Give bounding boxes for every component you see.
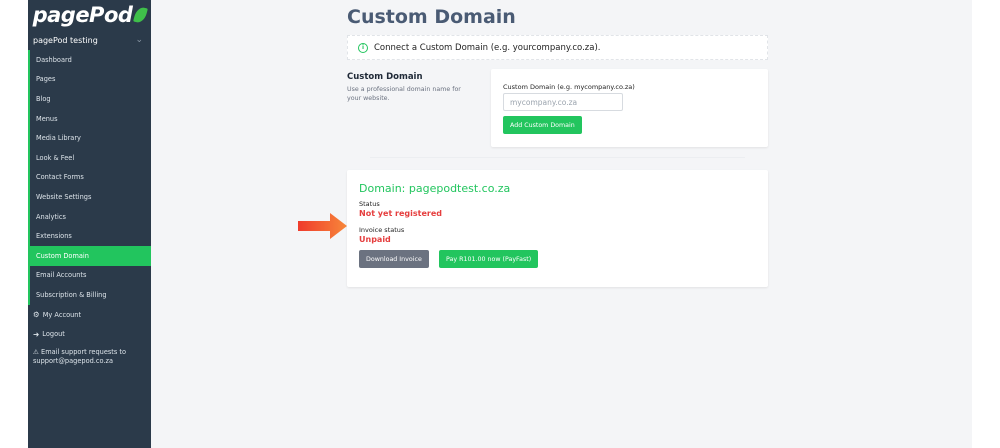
sidebar-item-label: Email Accounts — [36, 271, 87, 280]
page-title: Custom Domain — [347, 6, 516, 28]
sidebar-item-blog[interactable]: Blog — [28, 89, 151, 109]
sidebar-item-pages[interactable]: Pages — [28, 69, 151, 90]
sidebar-item-label: Analytics — [36, 212, 66, 221]
logo-text: pagePod — [32, 3, 133, 27]
sidebar-item-contact-forms[interactable]: Contact Forms — [28, 167, 151, 188]
add-custom-domain-button[interactable]: Add Custom Domain — [503, 116, 582, 134]
sidebar-item-subscription-billing[interactable]: Subscription & Billing — [28, 285, 151, 305]
sidebar-item-label: Extensions — [36, 232, 72, 241]
sidebar-item-label: Dashboard — [36, 55, 72, 64]
sidebar-item-label: Blog — [36, 94, 51, 103]
info-alert: i Connect a Custom Domain (e.g. yourcomp… — [347, 35, 768, 60]
right-gutter — [972, 0, 1000, 448]
sidebar-item-website-settings[interactable]: Website Settings — [28, 187, 151, 207]
pay-now-button[interactable]: Pay R101.00 now (PayFast) — [439, 250, 539, 268]
add-domain-card: Custom Domain (e.g. mycompany.co.za) Add… — [491, 69, 768, 147]
app: pagePod pagePod testing ⌄ Dashboard Page… — [0, 0, 1000, 448]
status-label: Status — [359, 200, 380, 208]
section-description: Use a professional domain name for your … — [347, 86, 461, 102]
warning-icon: ⚠ — [33, 347, 39, 356]
sidebar-item-label: Menus — [36, 114, 58, 123]
sidebar-item-label: My Account — [42, 310, 82, 319]
sidebar-item-menus[interactable]: Menus — [28, 108, 151, 129]
sidebar-item-label: Media Library — [36, 134, 81, 143]
logout-icon: ➜ — [33, 329, 40, 339]
sidebar-item-label: Website Settings — [36, 192, 92, 201]
sidebar: pagePod pagePod testing ⌄ Dashboard Page… — [28, 0, 151, 448]
sidebar-item-label: Pages — [36, 75, 56, 84]
logo[interactable]: pagePod — [28, 0, 151, 30]
download-invoice-button[interactable]: Download Invoice — [359, 250, 429, 268]
sidebar-nav: Dashboard Pages Blog Menus Media Library… — [28, 50, 151, 366]
chevron-down-icon: ⌄ — [135, 35, 143, 45]
section-title: Custom Domain — [347, 72, 423, 82]
sidebar-item-media-library[interactable]: Media Library — [28, 128, 151, 148]
alert-text: Connect a Custom Domain (e.g. yourcompan… — [374, 42, 601, 53]
support-text: Email support requests to support@pagepo… — [33, 347, 127, 365]
site-selector[interactable]: pagePod testing ⌄ — [28, 30, 151, 50]
sidebar-item-look-feel[interactable]: Look & Feel — [28, 147, 151, 168]
sidebar-item-logout[interactable]: ➜ Logout — [28, 324, 151, 344]
info-icon: i — [358, 42, 368, 53]
sidebar-item-email-accounts[interactable]: Email Accounts — [28, 265, 151, 286]
sidebar-item-my-account[interactable]: ⚙ My Account — [28, 305, 151, 325]
gear-icon: ⚙ — [33, 310, 40, 320]
leaf-icon — [133, 5, 149, 25]
domain-title: Domain: pagepodtest.co.za — [359, 182, 511, 195]
sidebar-item-label: Custom Domain — [36, 251, 89, 260]
sidebar-item-custom-domain[interactable]: Custom Domain — [28, 245, 151, 266]
status-value: Not yet registered — [359, 209, 442, 218]
domain-input[interactable] — [503, 93, 623, 111]
domain-field-label: Custom Domain (e.g. mycompany.co.za) — [503, 83, 635, 91]
sidebar-item-label: Logout — [42, 330, 65, 339]
sidebar-item-dashboard[interactable]: Dashboard — [28, 50, 151, 70]
site-name: pagePod testing — [33, 35, 98, 45]
domain-card: Domain: pagepodtest.co.za Status Not yet… — [347, 170, 768, 287]
sidebar-item-label: Contact Forms — [36, 173, 84, 182]
invoice-status-label: Invoice status — [359, 226, 405, 234]
support-note: ⚠ Email support requests to support@page… — [28, 344, 151, 366]
sidebar-item-extensions[interactable]: Extensions — [28, 226, 151, 246]
invoice-status-value: Unpaid — [359, 235, 391, 244]
arrow-icon — [298, 213, 347, 239]
divider — [370, 157, 745, 158]
sidebar-item-label: Look & Feel — [36, 153, 75, 162]
sidebar-item-label: Subscription & Billing — [36, 290, 107, 299]
sidebar-item-analytics[interactable]: Analytics — [28, 206, 151, 227]
